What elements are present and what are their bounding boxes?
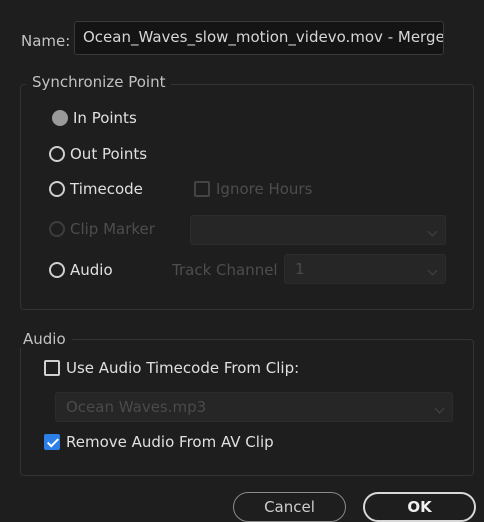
radio-clip-marker-indicator[interactable] [49,221,65,237]
radio-audio-indicator[interactable] [49,262,65,278]
remove-audio-checkbox-box[interactable] [44,434,60,450]
radio-audio-label: Audio [70,261,113,279]
radio-timecode[interactable]: Timecode [49,180,143,198]
track-channel-label: Track Channel [172,261,278,279]
radio-out-points-indicator[interactable] [49,146,65,162]
track-channel-select[interactable]: 1 [284,254,446,284]
audio-clip-select-value: Ocean Waves.mp3 [66,398,207,416]
audio-clip-select[interactable]: Ocean Waves.mp3 [55,392,453,422]
audio-group-title: Audio [17,330,72,348]
chevron-down-icon [434,403,445,414]
remove-audio-label: Remove Audio From AV Clip [66,433,274,451]
ignore-hours-checkbox-box[interactable] [194,181,210,197]
use-audio-timecode-label: Use Audio Timecode From Clip: [66,359,300,377]
radio-in-points-label: In Points [73,109,137,127]
use-audio-timecode-checkbox-box[interactable] [44,360,60,376]
radio-clip-marker-label: Clip Marker [70,220,155,238]
remove-audio-checkbox[interactable]: Remove Audio From AV Clip [44,433,274,451]
chevron-down-icon [427,226,438,237]
name-label: Name: [21,32,71,50]
clip-marker-select[interactable] [190,215,446,245]
radio-clip-marker[interactable]: Clip Marker [49,220,155,238]
ok-button[interactable]: OK [363,492,476,522]
name-input[interactable]: Ocean_Waves_slow_motion_videvo.mov - Mer… [74,21,444,55]
radio-out-points[interactable]: Out Points [49,145,147,163]
radio-out-points-label: Out Points [70,145,148,163]
chevron-down-icon [427,265,438,276]
radio-in-points-indicator[interactable] [52,110,68,126]
synchronize-point-title: Synchronize Point [26,73,172,91]
radio-in-points[interactable]: In Points [52,109,137,127]
radio-timecode-label: Timecode [70,180,143,198]
radio-audio[interactable]: Audio [49,261,113,279]
use-audio-timecode-checkbox[interactable]: Use Audio Timecode From Clip: [44,359,299,377]
ignore-hours-checkbox[interactable]: Ignore Hours [194,180,312,198]
radio-timecode-indicator[interactable] [49,181,65,197]
track-channel-select-value: 1 [295,260,305,278]
cancel-button[interactable]: Cancel [233,492,346,522]
ignore-hours-label: Ignore Hours [216,180,313,198]
